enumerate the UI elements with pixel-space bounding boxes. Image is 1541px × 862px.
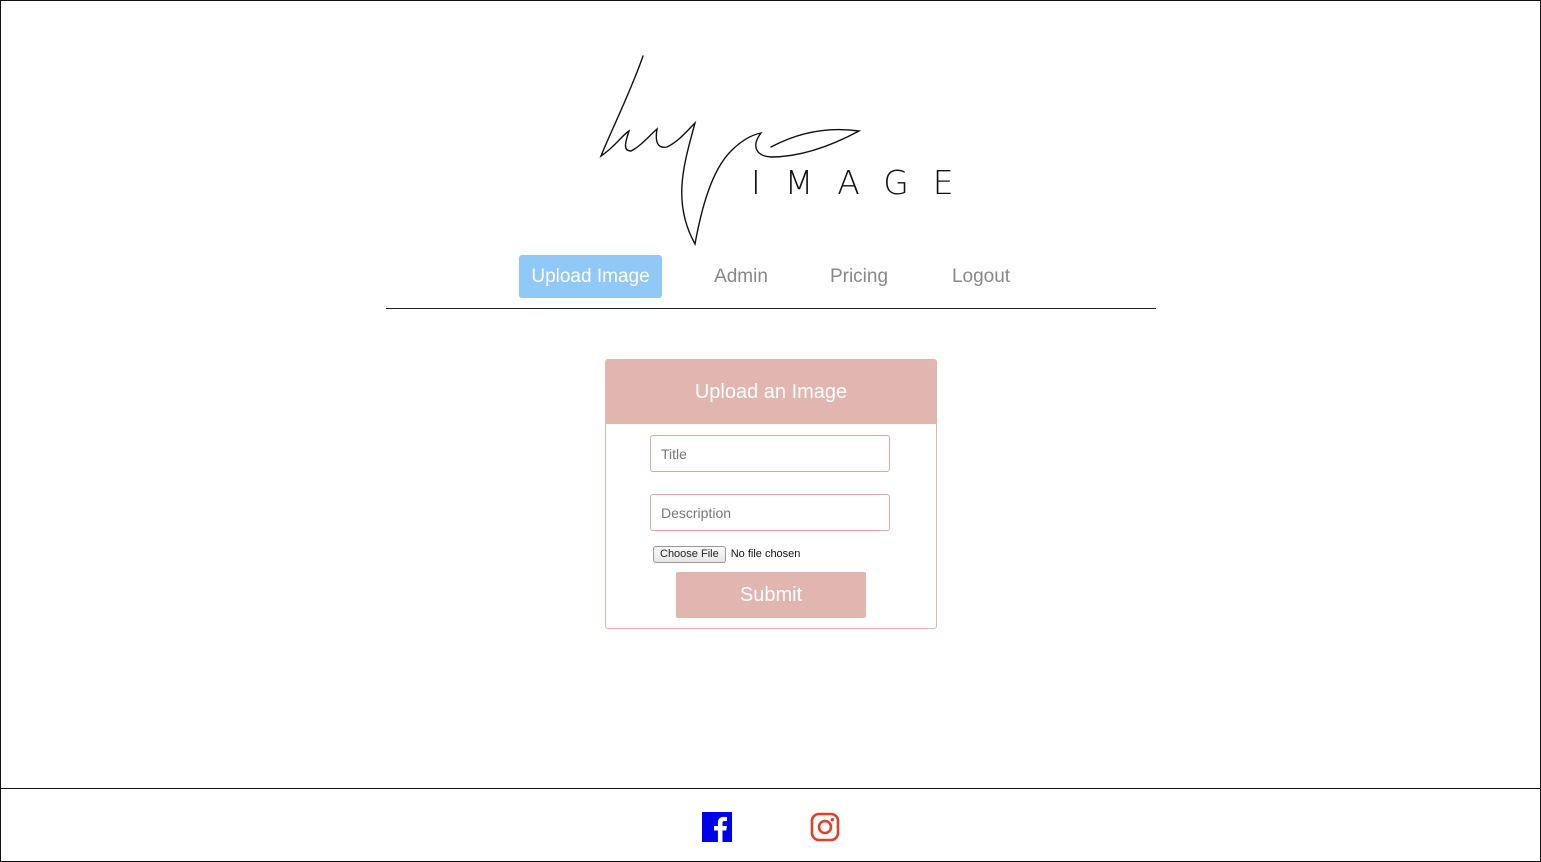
upload-card: Upload an Image Choose File No file chos… — [605, 359, 937, 629]
choose-file-button[interactable]: Choose File — [653, 545, 726, 563]
file-status: No file chosen — [730, 548, 801, 560]
nav-pricing[interactable]: Pricing — [814, 255, 904, 298]
submit-button[interactable]: Submit — [676, 572, 866, 618]
nav-logout[interactable]: Logout — [936, 255, 1026, 298]
script-signature — [599, 55, 862, 247]
description-input[interactable] — [650, 494, 890, 531]
facebook-icon[interactable] — [702, 812, 732, 842]
page-frame: IMAGE Upload Image Admin Pricing Logout … — [0, 0, 1541, 862]
nav-upload-image[interactable]: Upload Image — [519, 255, 662, 298]
nav-admin[interactable]: Admin — [696, 255, 786, 298]
footer — [1, 788, 1540, 862]
instagram-icon[interactable] — [810, 812, 840, 842]
main-nav: Upload Image Admin Pricing Logout — [386, 255, 1156, 309]
file-picker: Choose File No file chosen — [653, 545, 800, 563]
title-input[interactable] — [650, 435, 890, 472]
upload-card-title: Upload an Image — [606, 360, 936, 424]
brand-logo[interactable]: IMAGE — [591, 51, 971, 251]
brand-wordmark: IMAGE — [751, 163, 978, 202]
